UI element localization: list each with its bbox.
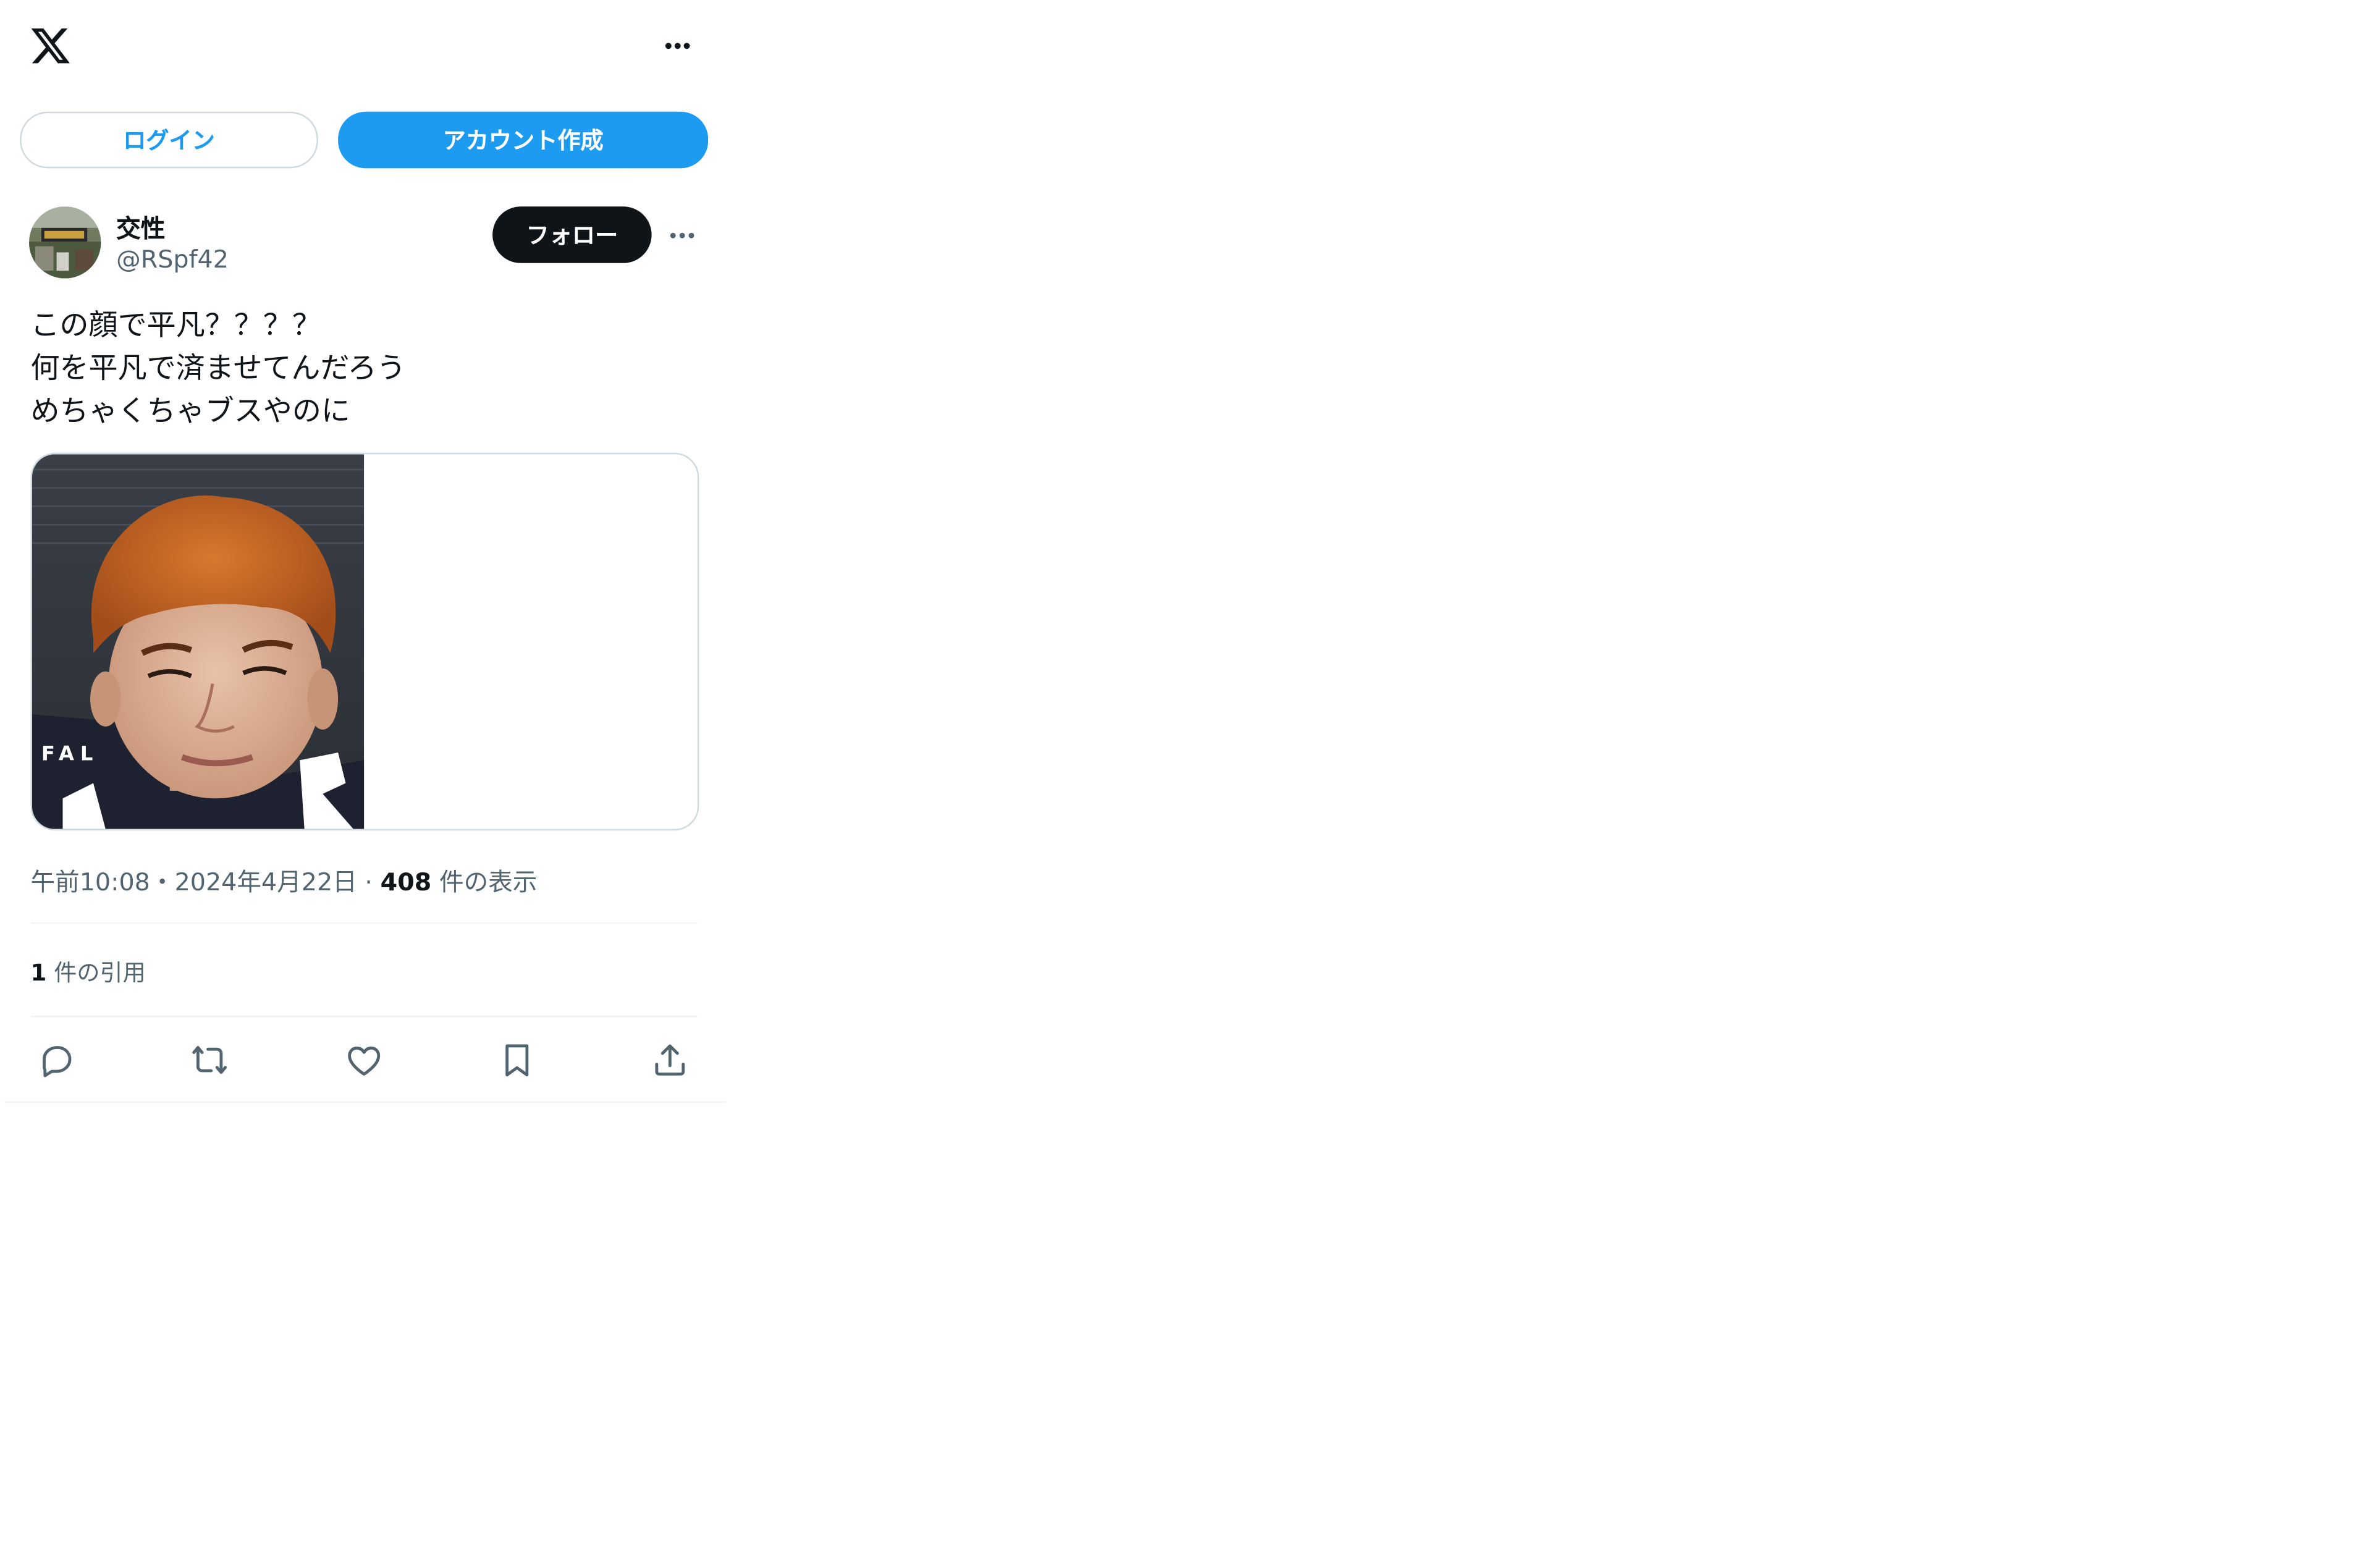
author-handle[interactable]: @RSpf42 [116, 245, 229, 274]
follow-button[interactable]: フォロー [492, 206, 652, 263]
tweet-text-line: 何を平凡で済ませてんだろう [30, 352, 406, 386]
create-account-button[interactable]: アカウント作成 [338, 111, 709, 169]
meta-separator: ・ [150, 867, 175, 896]
tweet-photo[interactable]: FAL [32, 454, 365, 829]
views-count: 408 [380, 867, 432, 896]
more-horizontal-icon[interactable] [658, 28, 698, 64]
bookmark-icon[interactable] [497, 1040, 537, 1079]
divider [4, 1101, 727, 1103]
tweet-time[interactable]: 午前10:08 [31, 867, 150, 896]
x-logo-icon[interactable] [29, 25, 72, 67]
tweet-text: この顔で平凡？？？？ 何を平凡で済ませてんだろう めちゃくちゃブスやのに [31, 305, 406, 433]
views-label: 件の表示 [439, 867, 538, 896]
reply-icon[interactable] [36, 1040, 76, 1079]
svg-text:FAL: FAL [41, 741, 99, 765]
tweet-text-line: この顔で平凡？？？？ [30, 309, 321, 343]
quotes-link[interactable]: 1 件の引用 [31, 956, 146, 988]
author-display-name[interactable]: 交性 [116, 208, 165, 245]
login-button-label: ログイン [123, 127, 215, 155]
retweet-icon[interactable] [190, 1040, 229, 1079]
meta-separator: · [365, 867, 373, 896]
tweet-date[interactable]: 2024年4月22日 [175, 867, 357, 896]
avatar[interactable] [29, 206, 101, 279]
tweet-media[interactable]: FAL [30, 452, 699, 831]
quotes-count: 1 [30, 959, 47, 987]
tweet-page: ログイン アカウント作成 交性 @RSpf42 フォロー この顔で平凡？？？？ … [0, 0, 2380, 1565]
divider [30, 922, 698, 924]
create-account-button-label: アカウント作成 [442, 127, 604, 155]
share-icon[interactable] [650, 1040, 690, 1079]
follow-button-label: フォロー [526, 221, 618, 250]
tweet-more-icon[interactable] [664, 217, 700, 254]
divider [30, 1015, 698, 1018]
tweet-text-line: めちゃくちゃブスやのに [30, 394, 350, 429]
quotes-label: 件の引用 [54, 959, 146, 987]
tweet-meta: 午前10:08・2024年4月22日 · 408 件の表示 [31, 861, 538, 898]
like-icon[interactable] [344, 1040, 384, 1079]
login-button[interactable]: ログイン [20, 111, 318, 169]
